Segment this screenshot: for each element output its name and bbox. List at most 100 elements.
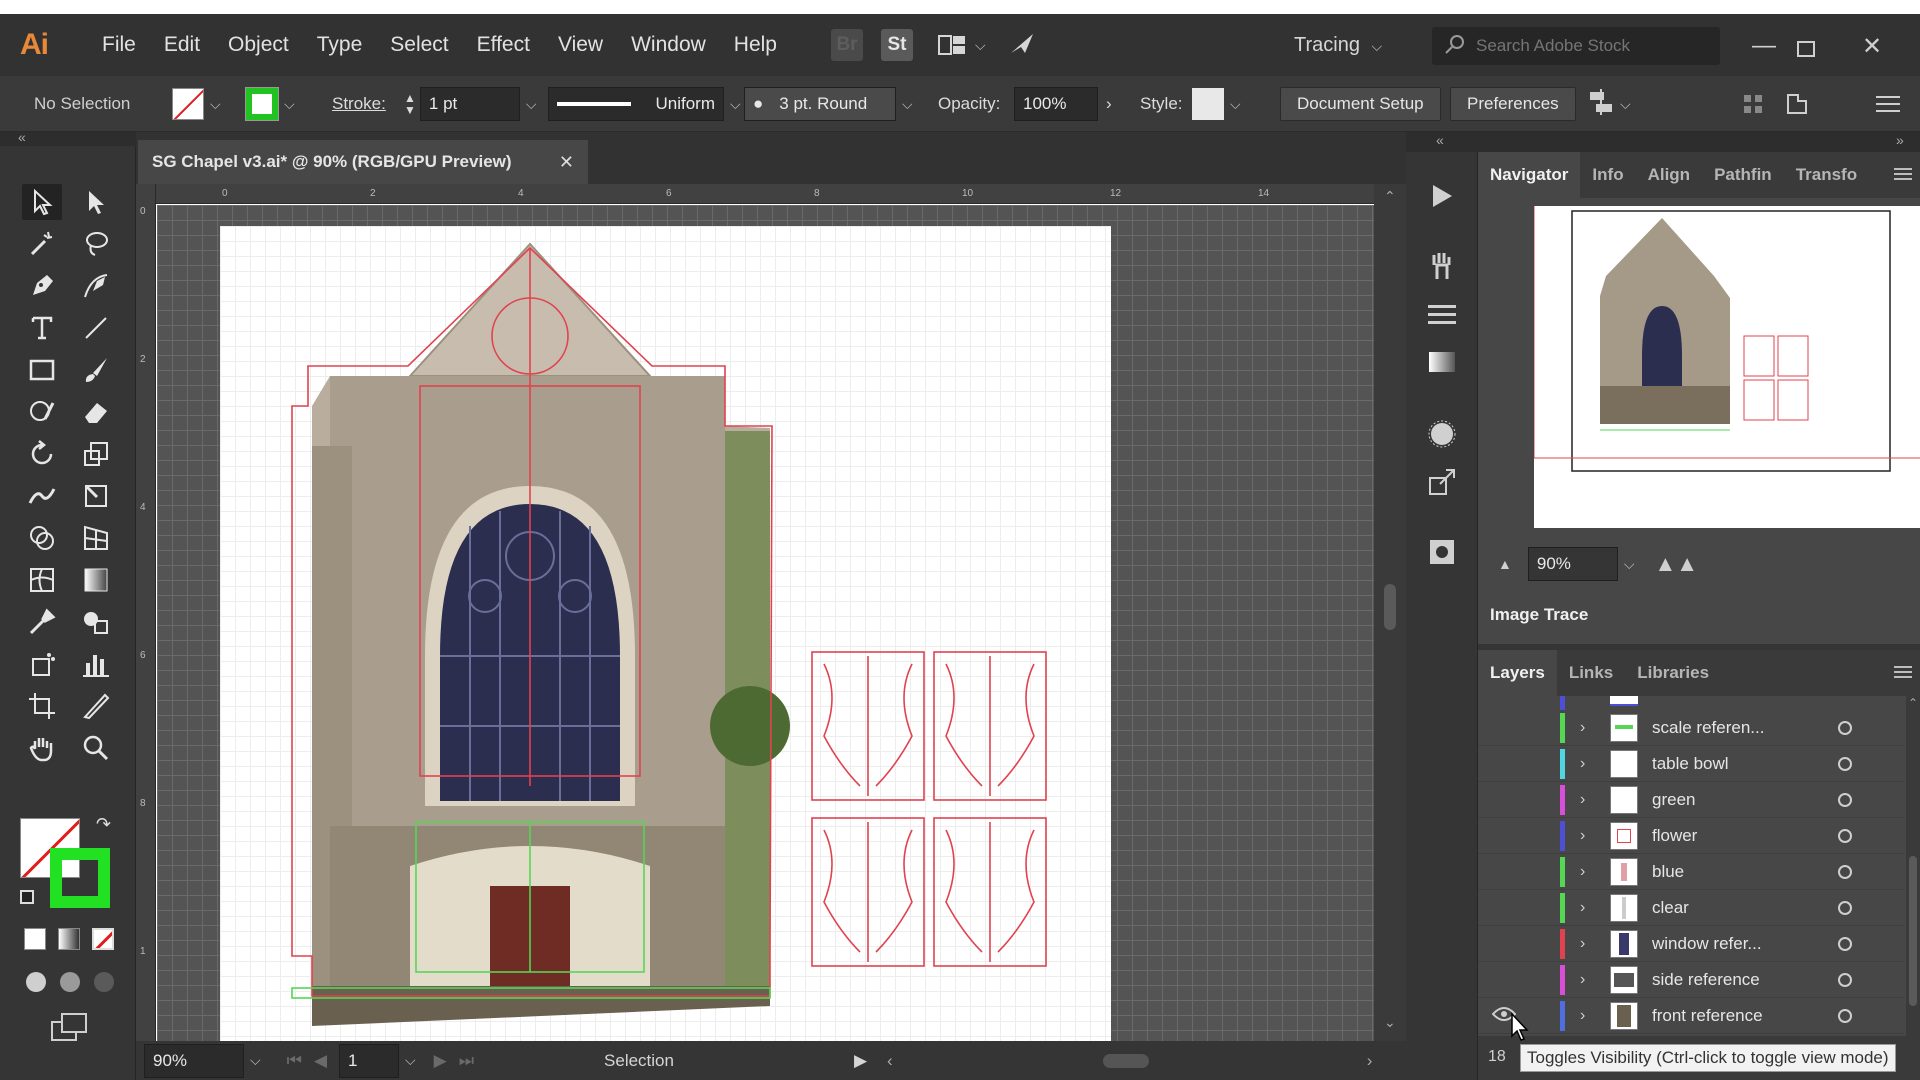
layer-row[interactable]: › clear <box>1478 890 1904 926</box>
horizontal-ruler[interactable]: 0 2 4 6 8 10 12 14 <box>136 184 1374 204</box>
layer-name[interactable]: window refer... <box>1652 934 1762 954</box>
chevron-down-icon[interactable]: ⌵ <box>284 96 295 113</box>
workspace-switcher[interactable]: Tracing ⌵ <box>1294 34 1388 57</box>
first-artboard-icon[interactable]: ⏮ <box>287 1051 302 1071</box>
menu-help[interactable]: Help <box>720 33 791 57</box>
scale-tool-icon[interactable] <box>76 436 116 472</box>
document-tab[interactable]: SG Chapel v3.ai* @ 90% (RGB/GPU Preview)… <box>138 140 588 184</box>
scroll-up-icon[interactable]: ⌃ <box>1384 188 1396 205</box>
navigator-zoom-field[interactable]: 90% <box>1527 547 1618 581</box>
blend-tool-icon[interactable] <box>76 604 116 640</box>
mesh-tool-icon[interactable] <box>22 562 62 598</box>
zoom-tool-icon[interactable] <box>76 730 116 766</box>
layer-row[interactable]: › table bowl <box>1478 746 1904 782</box>
stepper-icon[interactable]: ▲ ▼ <box>404 92 416 116</box>
tab-align[interactable]: Align <box>1636 165 1703 185</box>
chevron-down-icon[interactable]: ⌵ <box>1620 96 1631 113</box>
tab-links[interactable]: Links <box>1557 663 1625 683</box>
eraser-tool-icon[interactable] <box>76 394 116 430</box>
chevron-down-icon[interactable]: ⌵ <box>730 96 741 113</box>
zoom-in-icon[interactable]: ▲▲ <box>1654 551 1698 577</box>
shape-builder-tool-icon[interactable] <box>22 520 62 556</box>
zoom-out-icon[interactable]: ▲ <box>1498 556 1512 572</box>
layer-name[interactable]: side reference <box>1652 970 1760 990</box>
artboard[interactable] <box>220 226 1111 1041</box>
swap-arrow-icon[interactable]: ↷ <box>96 814 111 835</box>
scrollbar-thumb[interactable] <box>1384 584 1396 630</box>
menu-object[interactable]: Object <box>214 33 303 57</box>
rotate-tool-icon[interactable] <box>22 436 62 472</box>
tracery-panels[interactable] <box>811 651 1047 967</box>
lasso-tool-icon[interactable] <box>76 226 116 262</box>
collapse-icon[interactable]: « <box>18 129 26 145</box>
search-input[interactable] <box>1476 36 1706 56</box>
menu-file[interactable]: File <box>88 33 150 57</box>
chevron-down-icon[interactable]: ⌵ <box>975 37 986 54</box>
style-swatch[interactable] <box>1192 88 1224 120</box>
tab-image-trace[interactable]: Image Trace <box>1478 586 1601 644</box>
target-icon[interactable] <box>1838 756 1852 771</box>
layer-name[interactable]: table bowl <box>1652 754 1729 774</box>
stroke-color-control[interactable]: ⌵ <box>245 86 301 122</box>
menu-effect[interactable]: Effect <box>463 33 544 57</box>
zoom-field[interactable]: 90% <box>144 1043 244 1078</box>
scroll-right-icon[interactable]: › <box>1367 1051 1373 1071</box>
tab-navigator[interactable]: Navigator <box>1478 152 1581 198</box>
paragraph-lines-icon[interactable] <box>1424 296 1460 332</box>
artwork[interactable] <box>220 226 1111 1041</box>
curvature-tool-icon[interactable] <box>76 268 116 304</box>
vertical-scrollbar[interactable]: ⌃ ⌄ <box>1374 184 1406 1044</box>
paintbrush-tool-icon[interactable] <box>76 352 116 388</box>
gradient-panel-icon[interactable] <box>1424 344 1460 380</box>
preferences-button[interactable]: Preferences <box>1450 87 1576 121</box>
chevron-down-icon[interactable]: ⌵ <box>902 96 913 113</box>
layer-name[interactable]: green <box>1652 790 1695 810</box>
chevron-right-icon[interactable]: › <box>1580 791 1585 809</box>
gradient-tool-icon[interactable] <box>76 562 116 598</box>
rectangle-tool-icon[interactable] <box>22 352 62 388</box>
chevron-right-icon[interactable]: › <box>1580 863 1585 881</box>
tab-info[interactable]: Info <box>1580 165 1635 185</box>
chevron-down-icon[interactable]: ⌵ <box>250 1052 261 1069</box>
chevron-right-icon[interactable]: › <box>1580 719 1585 737</box>
fill-color-control[interactable]: ⌵ <box>172 86 227 122</box>
canvas[interactable] <box>157 205 1374 1041</box>
close-icon[interactable]: ✕ <box>1862 32 1882 61</box>
menu-window[interactable]: Window <box>617 33 720 57</box>
layer-row[interactable]: › side reference <box>1478 962 1904 998</box>
layer-row[interactable]: › blue <box>1478 854 1904 890</box>
target-icon[interactable] <box>1838 936 1852 951</box>
target-icon[interactable] <box>1838 864 1852 879</box>
transform-icon[interactable] <box>1784 86 1810 122</box>
isolate-icon[interactable] <box>1742 86 1764 122</box>
align-icon[interactable] <box>1588 88 1614 120</box>
target-icon[interactable] <box>1838 972 1852 987</box>
layer-row[interactable]: › flower <box>1478 818 1904 854</box>
maximize-icon[interactable] <box>1797 36 1815 64</box>
layer-name[interactable]: front reference <box>1652 1006 1763 1026</box>
collapse-icon[interactable]: « <box>1436 132 1444 148</box>
scroll-up-icon[interactable]: ⌃ <box>1908 696 1918 710</box>
chevron-right-icon[interactable]: › <box>1580 899 1585 917</box>
magic-wand-tool-icon[interactable] <box>22 226 62 262</box>
variable-width-profile[interactable]: Uniform ⌵ <box>548 86 747 122</box>
menu-select[interactable]: Select <box>376 33 462 57</box>
chevron-down-icon[interactable]: ⌵ <box>1624 556 1635 573</box>
previous-artboard-icon[interactable]: ◀ <box>314 1051 327 1071</box>
screen-mode-icon[interactable] <box>50 1012 88 1042</box>
bridge-button[interactable]: Br <box>831 29 863 61</box>
hand-tool-icon[interactable] <box>22 730 62 766</box>
stock-button[interactable]: St <box>881 29 913 61</box>
slice-tool-icon[interactable] <box>76 688 116 724</box>
layers-scrollbar[interactable]: ⌃ <box>1906 696 1920 1036</box>
stroke-swatch-large[interactable] <box>50 848 110 908</box>
scroll-down-icon[interactable]: ⌄ <box>1384 1014 1396 1031</box>
eyedropper-tool-icon[interactable] <box>22 604 62 640</box>
menu-type[interactable]: Type <box>303 33 377 57</box>
status-menu-icon[interactable]: ▶ <box>854 1051 867 1071</box>
chevron-right-icon[interactable]: › <box>1580 1007 1585 1025</box>
line-segment-tool-icon[interactable] <box>76 310 116 346</box>
chevron-right-icon[interactable]: › <box>1580 971 1585 989</box>
scrollbar-thumb[interactable] <box>1909 856 1917 1006</box>
shaper-tool-icon[interactable] <box>22 394 62 430</box>
